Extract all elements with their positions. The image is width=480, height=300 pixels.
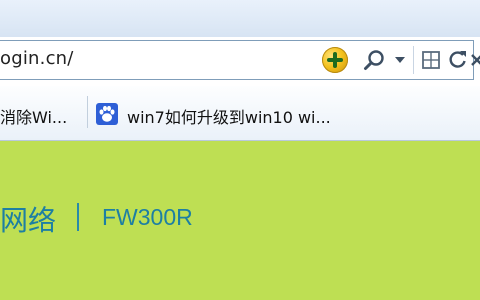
toolbar-divider bbox=[413, 46, 414, 74]
chevron-down-icon[interactable] bbox=[395, 57, 405, 65]
brand-text: 网络 bbox=[0, 204, 57, 237]
baidu-paw-icon bbox=[96, 103, 118, 125]
search-icon[interactable] bbox=[363, 49, 387, 73]
favorites-item-2[interactable]: win7如何升级到win10 wi... bbox=[127, 104, 331, 128]
router-page-background bbox=[0, 141, 480, 300]
favorites-item-1[interactable]: 消除Wi... bbox=[0, 104, 67, 128]
model-name: FW300R bbox=[102, 204, 193, 230]
refresh-icon[interactable] bbox=[448, 48, 468, 70]
compatibility-view-icon[interactable] bbox=[421, 49, 441, 71]
close-icon[interactable] bbox=[470, 49, 480, 71]
brand-separator bbox=[77, 203, 79, 231]
browser-chrome-top bbox=[0, 0, 480, 37]
security-shield-icon[interactable] bbox=[322, 47, 348, 73]
favorites-separator bbox=[87, 96, 88, 128]
address-url-text[interactable]: ogin.cn/ bbox=[0, 48, 74, 69]
